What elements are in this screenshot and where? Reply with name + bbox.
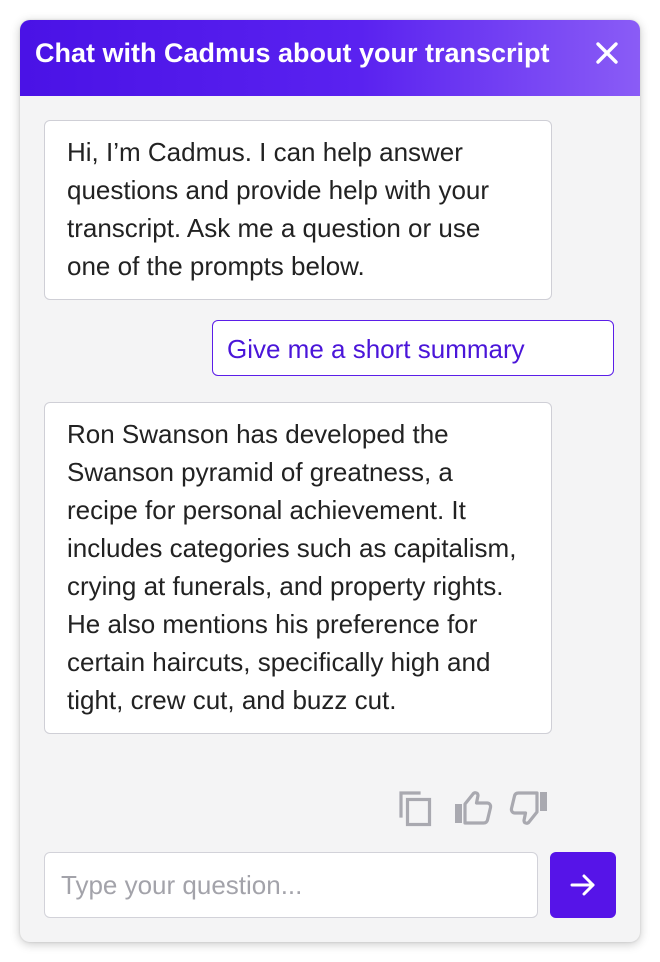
close-icon: [596, 42, 618, 64]
assistant-message: Ron Swanson has developed the Swanson py…: [44, 402, 552, 734]
thumbs-up-button[interactable]: [452, 788, 494, 828]
copy-icon: [399, 791, 432, 827]
thumbs-down-button[interactable]: [508, 788, 550, 828]
chat-title: Chat with Cadmus about your transcript: [35, 38, 550, 68]
message-actions: [396, 788, 550, 828]
copy-button[interactable]: [396, 788, 438, 828]
send-button[interactable]: [550, 852, 616, 918]
arrow-right-icon: [570, 874, 595, 896]
question-field[interactable]: [44, 852, 538, 918]
chat-header: Chat with Cadmus about your transcript: [20, 20, 640, 96]
user-message-prompt[interactable]: Give me a short summary: [212, 320, 614, 376]
thumbs-up-icon: [455, 791, 493, 825]
question-input[interactable]: [45, 853, 537, 917]
chat-panel: Chat with Cadmus about your transcript H…: [20, 20, 640, 942]
assistant-message: Hi, I’m Cadmus. I can help answer questi…: [44, 120, 552, 300]
thumbs-down-icon: [509, 791, 547, 825]
close-button[interactable]: [592, 38, 622, 68]
